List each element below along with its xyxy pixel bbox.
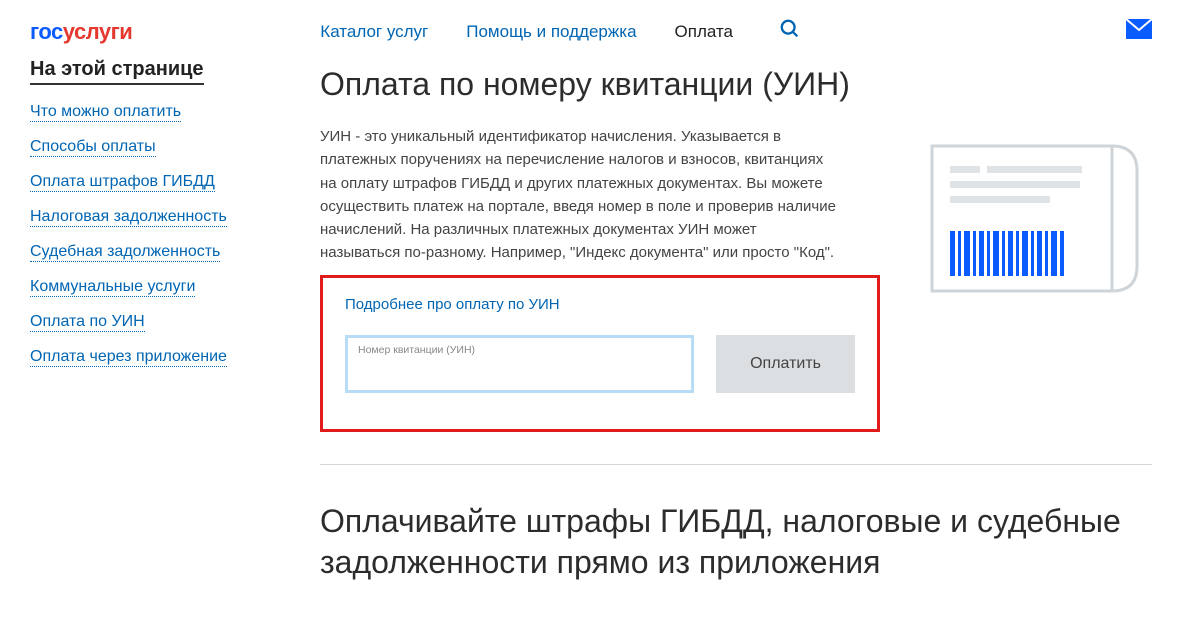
more-about-uin-link[interactable]: Подробнее про оплату по УИН xyxy=(345,296,560,313)
sidebar-link-communal[interactable]: Коммунальные услуги xyxy=(30,278,195,297)
search-icon[interactable] xyxy=(779,18,801,46)
top-nav: Каталог услуг Помощь и поддержка Оплата xyxy=(320,18,801,46)
nav-payment[interactable]: Оплата xyxy=(675,22,733,42)
sidebar-link-tax[interactable]: Налоговая задолженность xyxy=(30,208,227,227)
logo[interactable]: госуслуги xyxy=(30,19,132,45)
logo-part-gos: гос xyxy=(30,19,63,44)
pay-button[interactable]: Оплатить xyxy=(716,335,855,393)
uin-description: УИН - это уникальный идентификатор начис… xyxy=(320,125,840,265)
mail-icon[interactable] xyxy=(1126,19,1152,45)
sidebar-title: На этой странице xyxy=(30,58,204,85)
sidebar-link-what[interactable]: Что можно оплатить xyxy=(30,103,181,122)
sidebar: На этой странице Что можно оплатить Спос… xyxy=(30,58,280,584)
sidebar-link-app[interactable]: Оплата через приложение xyxy=(30,348,227,367)
sidebar-link-methods[interactable]: Способы оплаты xyxy=(30,138,156,157)
sidebar-link-uin[interactable]: Оплата по УИН xyxy=(30,313,145,332)
nav-catalog[interactable]: Каталог услуг xyxy=(320,22,428,42)
payment-form-highlight: Подробнее про оплату по УИН Номер квитан… xyxy=(320,275,880,432)
document-illustration xyxy=(922,131,1152,432)
sidebar-link-court[interactable]: Судебная задолженность xyxy=(30,243,220,262)
page-title: Оплата по номеру квитанции (УИН) xyxy=(320,66,1152,103)
uin-input[interactable] xyxy=(358,360,681,376)
logo-part-uslugi: услуги xyxy=(63,19,133,44)
uin-input-wrapper[interactable]: Номер квитанции (УИН) xyxy=(345,335,694,393)
section-divider xyxy=(320,464,1152,465)
secondary-title: Оплачивайте штрафы ГИБДД, налоговые и су… xyxy=(320,501,1152,584)
sidebar-link-fines[interactable]: Оплата штрафов ГИБДД xyxy=(30,173,215,192)
nav-help[interactable]: Помощь и поддержка xyxy=(466,22,636,42)
uin-input-label: Номер квитанции (УИН) xyxy=(358,344,681,356)
main-content: Оплата по номеру квитанции (УИН) УИН - э… xyxy=(320,58,1152,584)
site-header: госуслуги Каталог услуг Помощь и поддерж… xyxy=(0,0,1182,58)
